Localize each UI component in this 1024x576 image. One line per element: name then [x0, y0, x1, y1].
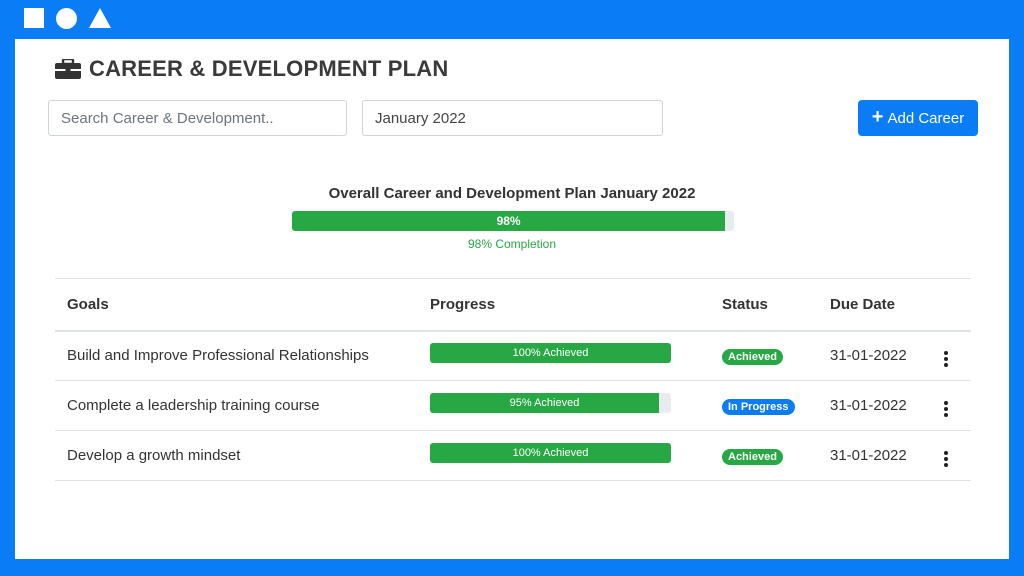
page-title-text: CAREER & DEVELOPMENT PLAN	[89, 56, 449, 81]
more-options-icon[interactable]	[940, 399, 952, 419]
goal-progress-label: 95% Achieved	[509, 396, 580, 409]
circle-icon	[56, 7, 77, 29]
main-panel: CAREER & DEVELOPMENT PLAN January 2022 +…	[15, 39, 1009, 559]
search-input[interactable]	[48, 100, 347, 136]
status-cell: Achieved	[710, 330, 818, 381]
header-goals: Goals	[55, 278, 418, 332]
status-cell: Achieved	[710, 430, 818, 481]
overall-completion-caption: 98% Completion	[467, 237, 557, 251]
overall-progress-bar: 98%	[292, 211, 734, 231]
status-badge: Achieved	[722, 448, 783, 465]
goal-cell: Complete a leadership training course	[55, 380, 418, 431]
status-badge: Achieved	[722, 348, 783, 365]
progress-cell: 100% Achieved	[418, 330, 710, 381]
due-date-cell: 31-01-2022	[818, 330, 928, 381]
goal-progress-label: 100% Achieved	[512, 446, 589, 459]
add-career-label: Add Career	[887, 109, 965, 127]
header-due-date: Due Date	[818, 278, 928, 332]
goal-progress-fill: 100% Achieved	[430, 442, 671, 463]
month-picker-value: January 2022	[375, 109, 466, 127]
overall-progress-label: 98%	[496, 214, 521, 228]
triangle-icon	[89, 8, 111, 28]
header-status: Status	[710, 278, 818, 332]
month-picker[interactable]: January 2022	[362, 100, 663, 136]
header-actions	[928, 278, 971, 332]
table-header-row: Goals Progress Status Due Date	[55, 278, 971, 332]
progress-cell: 100% Achieved	[418, 430, 710, 481]
goal-cell: Build and Improve Professional Relations…	[55, 330, 418, 381]
goals-table: Goals Progress Status Due Date Build and…	[55, 278, 971, 481]
overall-progress-title: Overall Career and Development Plan Janu…	[328, 185, 696, 202]
briefcase-icon	[55, 59, 81, 79]
more-options-icon[interactable]	[940, 349, 952, 369]
goal-progress-bar: 100% Achieved	[430, 442, 671, 463]
square-icon	[24, 8, 44, 28]
actions-cell	[928, 430, 971, 481]
goal-progress-bar: 95% Achieved	[430, 392, 671, 413]
header-progress: Progress	[418, 278, 710, 332]
progress-cell: 95% Achieved	[418, 380, 710, 431]
window-shape-icons	[24, 7, 111, 29]
goal-progress-label: 100% Achieved	[512, 346, 589, 359]
status-badge: In Progress	[722, 398, 795, 415]
overall-progress-fill: 98%	[292, 211, 726, 231]
table-row: Build and Improve Professional Relations…	[55, 330, 971, 381]
add-career-button[interactable]: + Add Career	[858, 100, 978, 136]
table-row: Complete a leadership training course 95…	[55, 380, 971, 431]
actions-cell	[928, 380, 971, 431]
table-row: Develop a growth mindset 100% Achieved A…	[55, 430, 971, 481]
page-title: CAREER & DEVELOPMENT PLAN	[55, 56, 448, 82]
due-date-cell: 31-01-2022	[818, 430, 928, 481]
more-options-icon[interactable]	[940, 449, 952, 469]
goal-progress-bar: 100% Achieved	[430, 342, 671, 363]
plus-icon: +	[871, 106, 884, 128]
goal-cell: Develop a growth mindset	[55, 430, 418, 481]
goal-progress-fill: 95% Achieved	[430, 392, 659, 413]
actions-cell	[928, 330, 971, 381]
status-cell: In Progress	[710, 380, 818, 431]
goal-progress-fill: 100% Achieved	[430, 342, 671, 363]
due-date-cell: 31-01-2022	[818, 380, 928, 431]
